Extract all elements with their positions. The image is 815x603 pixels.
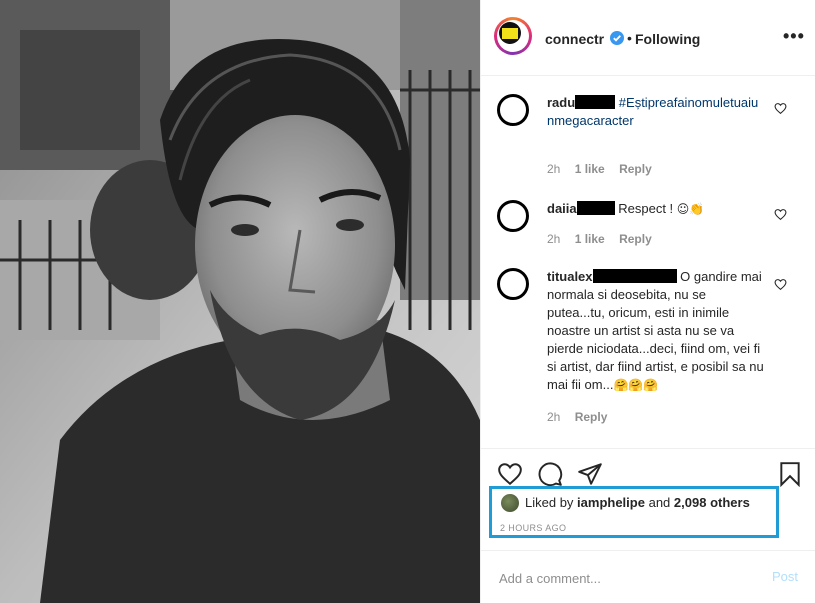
likes-conj: and: [648, 495, 671, 510]
post-header: connectr • Following •••: [481, 0, 815, 76]
post-comment-button[interactable]: Post: [772, 569, 798, 584]
comment-emoji: ☺👏: [676, 202, 705, 216]
comment-emoji: 🤗🤗🤗: [613, 378, 659, 392]
comment-body: daiia Respect ! ☺👏: [547, 200, 765, 218]
reply-button[interactable]: Reply: [619, 162, 652, 176]
profile-avatar[interactable]: [494, 17, 532, 55]
following-button[interactable]: Following: [635, 31, 700, 47]
selfie-image: [0, 0, 480, 603]
separator-dot: •: [627, 30, 632, 46]
like-comment-heart-icon[interactable]: [774, 278, 787, 291]
comment-time[interactable]: 2h: [547, 232, 560, 246]
comment-text: O gandire mai normala si deosebita, nu s…: [547, 269, 764, 392]
post-photo[interactable]: [0, 0, 480, 603]
likes-prefix: Liked by: [525, 495, 574, 510]
add-comment-bar: Post: [481, 550, 815, 603]
more-options-icon[interactable]: •••: [783, 26, 805, 47]
comment-body: titualex O gandire mai normala si deoseb…: [547, 268, 767, 394]
comment-avatar[interactable]: [497, 200, 529, 232]
like-heart-icon[interactable]: [497, 461, 523, 487]
comment-avatar[interactable]: [497, 268, 529, 300]
post-action-bar: [481, 448, 815, 487]
redaction-box: [592, 269, 677, 283]
redaction-box: [576, 201, 615, 215]
comment-text: Respect !: [618, 201, 674, 216]
share-send-icon[interactable]: [577, 461, 603, 487]
likes-count[interactable]: 2,098 others: [674, 495, 750, 510]
comment-username[interactable]: radu: [547, 95, 575, 110]
comment-time[interactable]: 2h: [547, 410, 560, 424]
liker-username[interactable]: iamphelipe: [577, 495, 645, 510]
comment-bubble-icon[interactable]: [537, 461, 563, 487]
comment-meta: 2h Reply: [547, 410, 618, 424]
likes-summary: Liked by iamphelipe and 2,098 others: [525, 495, 750, 510]
likes-highlight-box: Liked by iamphelipe and 2,098 others 2 H…: [489, 486, 779, 538]
reply-button[interactable]: Reply: [575, 410, 608, 424]
comment-username[interactable]: daiia: [547, 201, 577, 216]
comment-likes[interactable]: 1 like: [575, 162, 605, 176]
post-username[interactable]: connectr: [545, 31, 604, 47]
post-side-panel: connectr • Following ••• radu #Eștipreaf…: [480, 0, 815, 603]
post-timestamp[interactable]: 2 HOURS AGO: [500, 523, 566, 533]
verified-badge-icon: [610, 31, 624, 45]
comment-meta: 2h 1 like Reply: [547, 232, 663, 246]
like-comment-heart-icon[interactable]: [774, 102, 787, 115]
redaction-box: [575, 95, 616, 109]
comment-meta: 2h 1 like Reply: [547, 162, 663, 176]
liker-avatar[interactable]: [501, 494, 519, 512]
save-bookmark-icon[interactable]: [777, 461, 803, 487]
reply-button[interactable]: Reply: [619, 232, 652, 246]
comment-username[interactable]: titualex: [547, 269, 593, 284]
comment-likes[interactable]: 1 like: [575, 232, 605, 246]
comment-time[interactable]: 2h: [547, 162, 560, 176]
comment-body: radu #Eștipreafainomuletuaiunmegacaracte…: [547, 94, 765, 130]
like-comment-heart-icon[interactable]: [774, 208, 787, 221]
add-comment-input[interactable]: [497, 566, 751, 590]
comment-avatar[interactable]: [497, 94, 529, 126]
